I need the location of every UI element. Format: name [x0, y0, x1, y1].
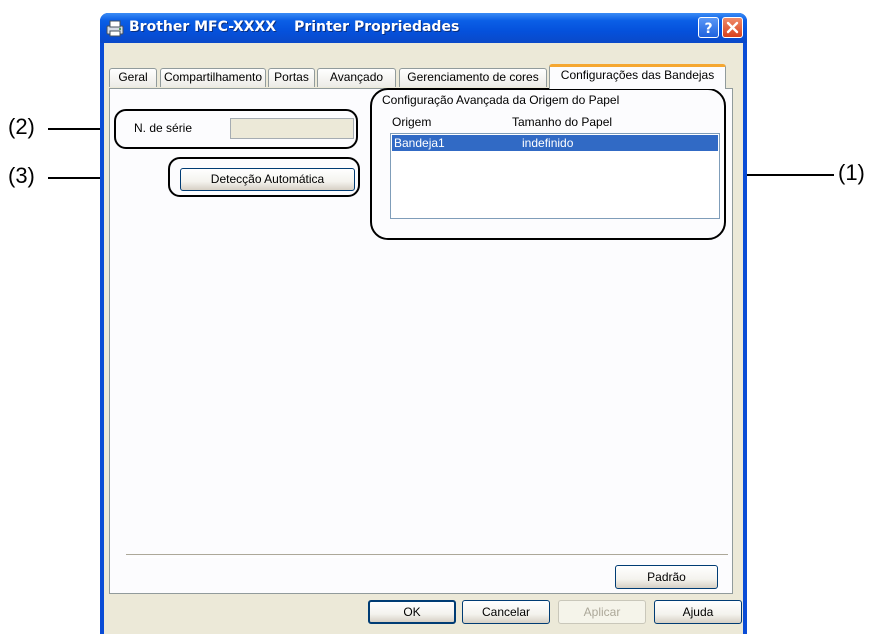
ok-button[interactable]: OK [368, 600, 456, 624]
tab-portas[interactable]: Portas [268, 68, 315, 87]
tab-geral[interactable]: Geral [109, 68, 157, 87]
title-bar[interactable]: Brother MFC-XXXX Printer Propriedades ? [100, 13, 747, 43]
default-button[interactable]: Padrão [615, 565, 718, 589]
apply-button[interactable]: Aplicar [558, 600, 646, 624]
help-glyph: ? [704, 21, 712, 37]
tab-compartilhamento[interactable]: Compartilhamento [160, 68, 266, 87]
help-title-button[interactable]: ? [698, 17, 719, 38]
cancel-button[interactable]: Cancelar [462, 600, 550, 624]
separator [126, 554, 728, 558]
tab-configuracoes-das-bandejas[interactable]: Configurações das Bandejas [549, 64, 726, 89]
title-dialog: Printer Propriedades [294, 19, 460, 35]
help-button[interactable]: Ajuda [654, 600, 742, 624]
tab-gerenciamento-de-cores[interactable]: Gerenciamento de cores [399, 68, 547, 87]
close-icon [726, 21, 739, 34]
callout-label-1: (1) [838, 160, 865, 185]
callout-label-2: (2) [8, 114, 35, 139]
close-button[interactable] [722, 17, 743, 38]
title-app: Brother MFC-XXXX [129, 19, 277, 35]
printer-icon [105, 18, 125, 38]
callout-box-1 [370, 88, 726, 240]
window-title: Brother MFC-XXXX Printer Propriedades [129, 19, 459, 35]
callout-box-3 [168, 157, 360, 197]
callout-box-2 [114, 109, 358, 149]
tab-avancado[interactable]: Avançado [317, 68, 396, 87]
callout-label-3: (3) [8, 163, 35, 188]
tab-strip: Geral Compartilhamento Portas Avançado G… [104, 43, 743, 91]
